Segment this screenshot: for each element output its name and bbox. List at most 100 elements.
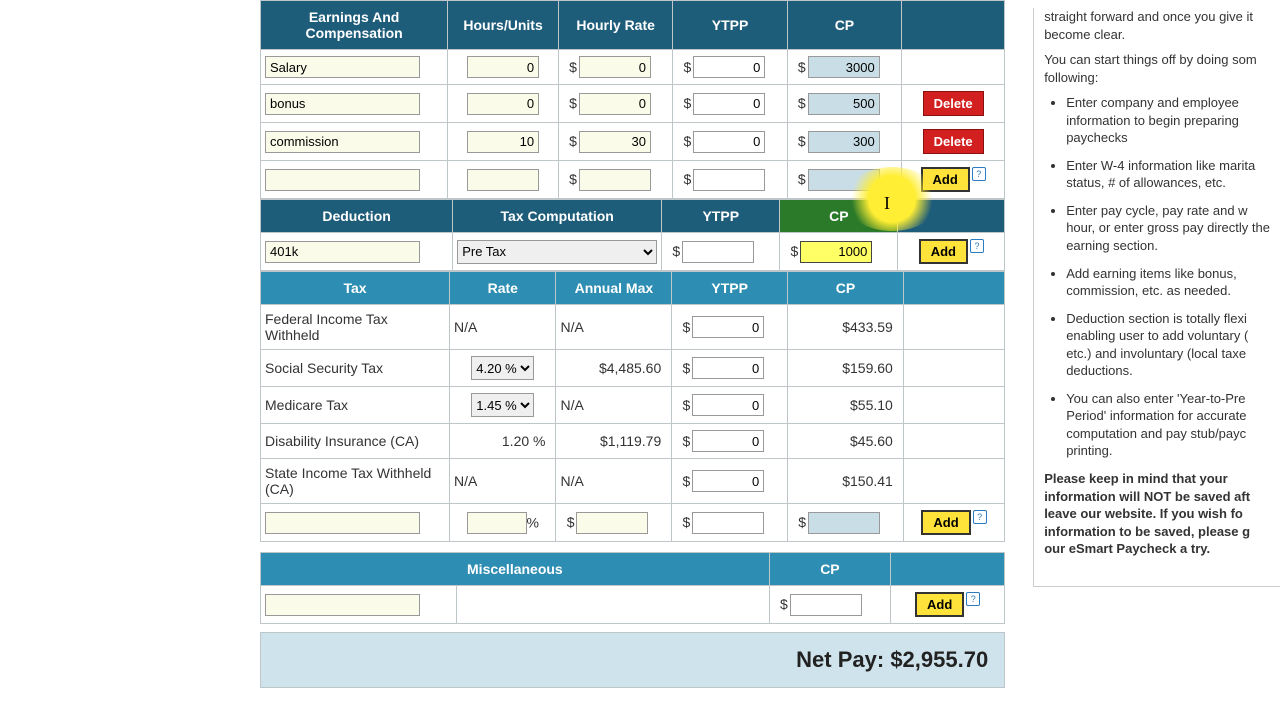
- earnings-header-cp: CP: [787, 1, 901, 50]
- add-button[interactable]: Add: [921, 510, 970, 535]
- help-icon[interactable]: ?: [966, 592, 980, 606]
- earnings-cp-input[interactable]: [808, 131, 880, 153]
- add-button[interactable]: Add: [915, 592, 964, 617]
- tax-ytpp-input[interactable]: [692, 470, 764, 492]
- help-bullet: Enter company and employee information t…: [1066, 94, 1270, 147]
- tax-max: N/A: [556, 387, 672, 424]
- earnings-name-input[interactable]: [265, 169, 420, 191]
- earnings-header-act: [902, 1, 1005, 50]
- tax-row: State Income Tax Withheld (CA) N/A N/A $…: [261, 459, 1005, 504]
- tax-row: Social Security Tax 4.20 % $4,485.60 $ $…: [261, 350, 1005, 387]
- help-panel: straight forward and once you give itbec…: [1033, 0, 1280, 587]
- deduction-header-tax: Tax Computation: [453, 200, 662, 233]
- earnings-rate-input[interactable]: [579, 93, 651, 115]
- earnings-header-ytpp: YTPP: [673, 1, 787, 50]
- tax-header-name: Tax: [261, 272, 450, 305]
- tax-max: N/A: [556, 459, 672, 504]
- netpay-cell: Net Pay: $2,955.70: [261, 633, 1005, 688]
- tax-row: Disability Insurance (CA) 1.20 % $1,119.…: [261, 424, 1005, 459]
- earnings-cp-input[interactable]: [808, 169, 880, 191]
- tax-cp: $150.41: [788, 459, 904, 504]
- tax-cp-input[interactable]: [808, 512, 880, 534]
- earnings-cp-input[interactable]: [808, 93, 880, 115]
- help-warning: Please keep in mind that your informatio…: [1044, 470, 1270, 558]
- tax-max-input[interactable]: [576, 512, 648, 534]
- earnings-table: Earnings And Compensation Hours/Units Ho…: [260, 0, 1005, 199]
- earnings-ytpp-input[interactable]: [693, 56, 765, 78]
- earnings-rate-input[interactable]: [579, 131, 651, 153]
- tax-cp: $45.60: [788, 424, 904, 459]
- deduction-table: Deduction Tax Computation YTPP CP Pre Ta…: [260, 199, 1005, 271]
- tax-ytpp-input[interactable]: [692, 357, 764, 379]
- netpay-value: $2,955.70: [890, 647, 988, 672]
- misc-cp-input[interactable]: [790, 594, 862, 616]
- tax-max: N/A: [556, 305, 672, 350]
- tax-ytpp-input[interactable]: [692, 512, 764, 534]
- delete-button[interactable]: Delete: [923, 129, 984, 154]
- earnings-hours-input[interactable]: [467, 93, 539, 115]
- tax-name-input[interactable]: [265, 512, 420, 534]
- deduction-name-input[interactable]: [265, 241, 420, 263]
- help-bullet: Enter W-4 information like marita status…: [1066, 157, 1270, 192]
- tax-rate: N/A: [450, 459, 556, 504]
- tax-header-max: Annual Max: [556, 272, 672, 305]
- misc-name-input[interactable]: [265, 594, 420, 616]
- help-icon[interactable]: ?: [973, 510, 987, 524]
- help-bullet: You can also enter 'Year-to-Pre Period' …: [1066, 390, 1270, 460]
- tax-cp: $159.60: [788, 350, 904, 387]
- tax-ytpp-input[interactable]: [692, 430, 764, 452]
- earnings-rate-input[interactable]: [579, 169, 651, 191]
- tax-header-cp: CP: [788, 272, 904, 305]
- earnings-hours-input[interactable]: [467, 169, 539, 191]
- tax-rate: 1.20 %: [450, 424, 556, 459]
- delete-button[interactable]: Delete: [923, 91, 984, 116]
- earnings-ytpp-input[interactable]: [693, 131, 765, 153]
- add-button[interactable]: Add: [921, 167, 970, 192]
- deduction-header-ytpp: YTPP: [662, 200, 780, 233]
- help-icon[interactable]: ?: [972, 167, 986, 181]
- tax-add-row: % $ $ $ Add?: [261, 504, 1005, 542]
- earnings-header-rate: Hourly Rate: [558, 1, 672, 50]
- earnings-header-name: Earnings And Compensation: [261, 1, 448, 50]
- add-button[interactable]: Add: [919, 239, 968, 264]
- tax-name: Medicare Tax: [261, 387, 450, 424]
- help-icon[interactable]: ?: [970, 239, 984, 253]
- tax-computation-select[interactable]: Pre Tax: [457, 240, 657, 264]
- earnings-row: $ $ $ Delete: [261, 85, 1005, 123]
- earnings-name-input[interactable]: [265, 56, 420, 78]
- deduction-header-name: Deduction: [261, 200, 453, 233]
- netpay-label: Net Pay:: [796, 647, 884, 672]
- earnings-row: $ $ $: [261, 50, 1005, 85]
- earnings-header-hours: Hours/Units: [448, 1, 559, 50]
- earnings-add-row: $ $ $ Add?: [261, 161, 1005, 199]
- tax-rate-input[interactable]: [467, 512, 527, 534]
- earnings-ytpp-input[interactable]: [693, 169, 765, 191]
- earnings-cp-input[interactable]: [808, 56, 880, 78]
- earnings-rate-input[interactable]: [579, 56, 651, 78]
- tax-name: Social Security Tax: [261, 350, 450, 387]
- deduction-ytpp-input[interactable]: [682, 241, 754, 263]
- percent-label: %: [527, 514, 539, 530]
- misc-header-name: Miscellaneous: [261, 553, 770, 586]
- help-bullet: Enter pay cycle, pay rate and w hour, or…: [1066, 202, 1270, 255]
- tax-cp: $433.59: [788, 305, 904, 350]
- tax-ytpp-input[interactable]: [692, 316, 764, 338]
- tax-rate: N/A: [450, 305, 556, 350]
- tax-name: Disability Insurance (CA): [261, 424, 450, 459]
- earnings-name-input[interactable]: [265, 131, 420, 153]
- earnings-hours-input[interactable]: [467, 131, 539, 153]
- tax-row: Medicare Tax 1.45 % N/A $ $55.10: [261, 387, 1005, 424]
- netpay-table: Net Pay: $2,955.70: [260, 632, 1005, 688]
- tax-name: Federal Income Tax Withheld: [261, 305, 450, 350]
- tax-table: Tax Rate Annual Max YTPP CP Federal Inco…: [260, 271, 1005, 542]
- earnings-ytpp-input[interactable]: [693, 93, 765, 115]
- earnings-name-input[interactable]: [265, 93, 420, 115]
- tax-ytpp-input[interactable]: [692, 394, 764, 416]
- earnings-hours-input[interactable]: [467, 56, 539, 78]
- tax-cp: $55.10: [788, 387, 904, 424]
- misc-header-cp: CP: [769, 553, 890, 586]
- tax-rate-select[interactable]: 4.20 %: [471, 356, 534, 380]
- deduction-cp-input[interactable]: [800, 241, 872, 263]
- deduction-header-cp: CP: [780, 200, 898, 233]
- tax-rate-select[interactable]: 1.45 %: [471, 393, 534, 417]
